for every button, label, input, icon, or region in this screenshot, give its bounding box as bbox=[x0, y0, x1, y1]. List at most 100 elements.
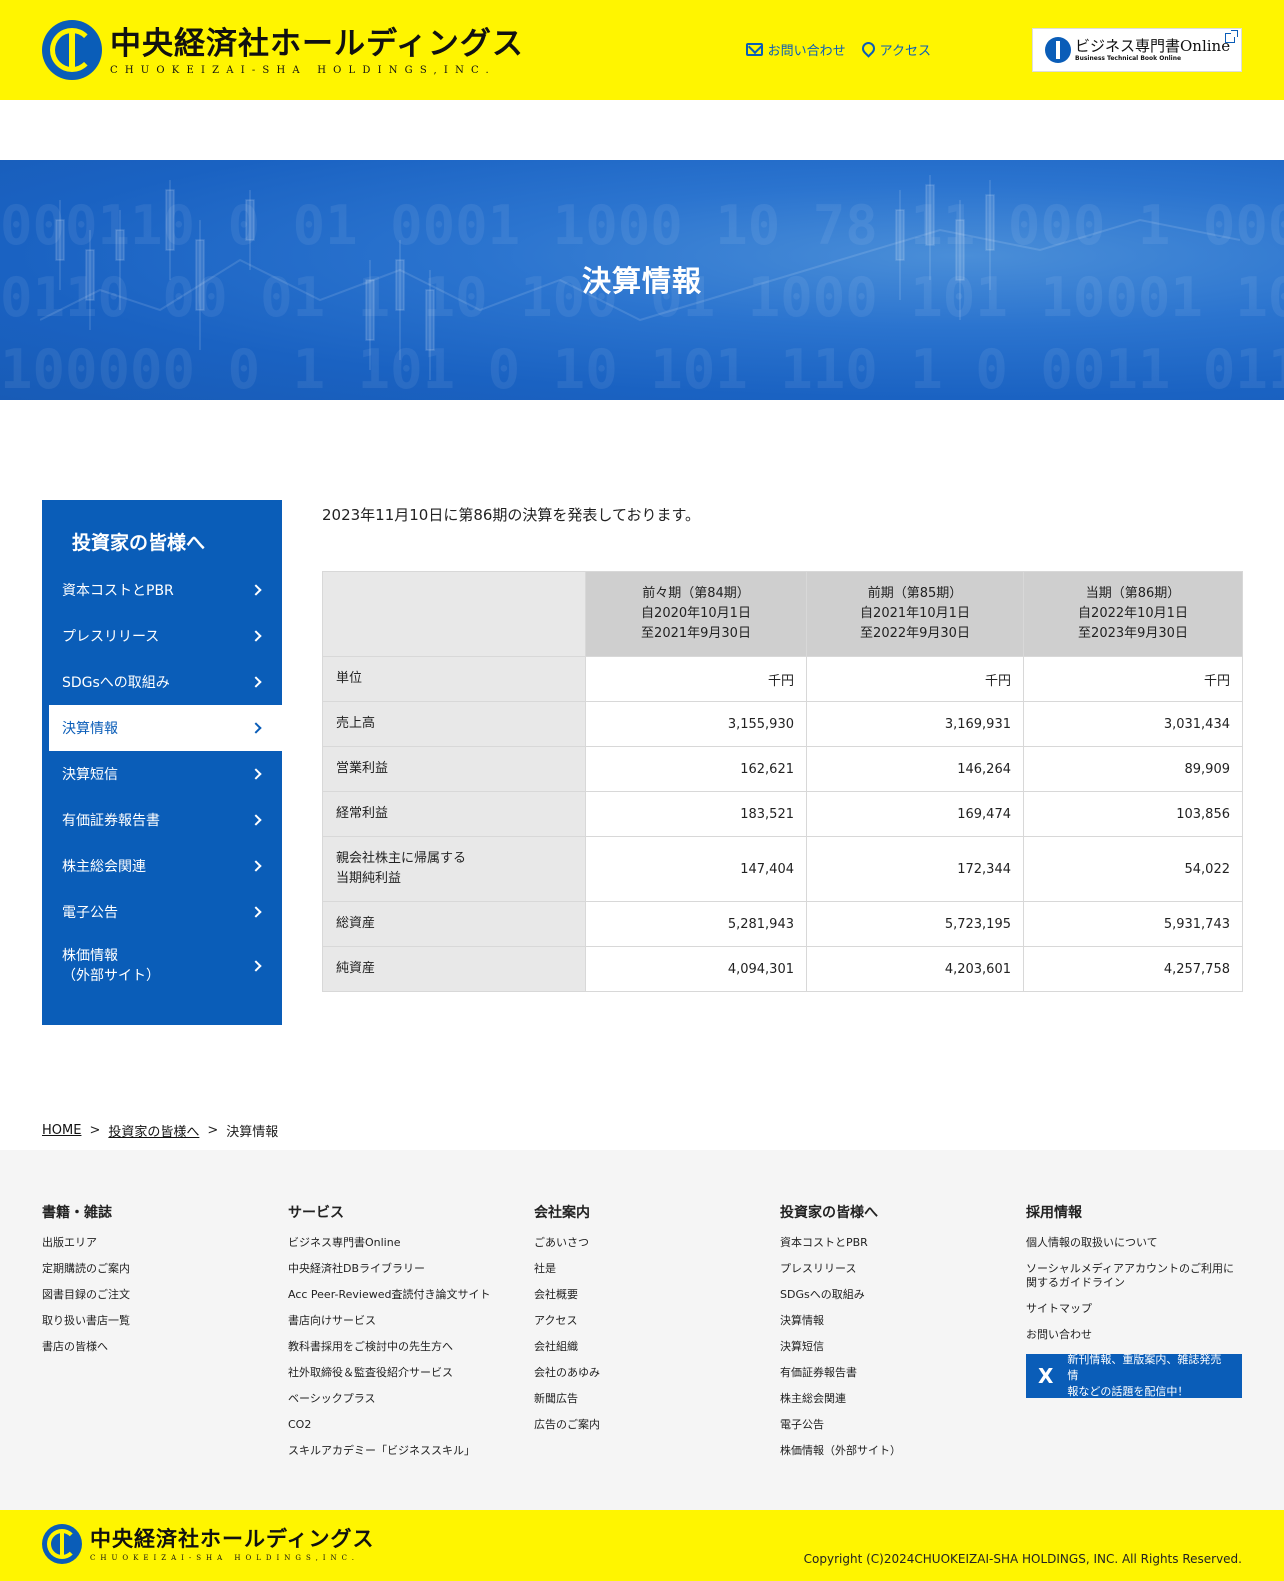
page-hero-banner: 000110 0 01 0001 1000 10 78 11 000 1 000… bbox=[0, 160, 1284, 400]
footer-link[interactable]: 会社組織 bbox=[534, 1340, 780, 1354]
footer-link[interactable]: 有価証券報告書 bbox=[780, 1366, 1026, 1380]
footer-link[interactable]: ビジネス専門書Online bbox=[288, 1236, 534, 1250]
footer-link[interactable]: アクセス bbox=[534, 1314, 780, 1328]
table-cell: 146,264 bbox=[806, 746, 1024, 792]
row-label-operating-income: 営業利益 bbox=[322, 746, 586, 792]
footer-link[interactable]: サイトマップ bbox=[1026, 1302, 1242, 1316]
footer-link[interactable]: ごあいさつ bbox=[534, 1236, 780, 1250]
row-label-ordinary-income: 経常利益 bbox=[322, 791, 586, 837]
table-cell: 3,031,434 bbox=[1023, 701, 1243, 747]
logo-english-name: CHUOKEIZAI-SHA HOLDINGS,INC. bbox=[110, 64, 496, 76]
footer-link[interactable]: 会社概要 bbox=[534, 1288, 780, 1302]
site-logo[interactable]: 中央経済社ホールディングス CHUOKEIZAI-SHA HOLDINGS,IN… bbox=[42, 20, 524, 80]
table-cell: 5,723,195 bbox=[806, 901, 1024, 947]
footer-link[interactable]: 出版エリア bbox=[42, 1236, 288, 1250]
footer-column-recruit: 採用情報 個人情報の取扱いについて ソーシャルメディアアカウントのご利用に関する… bbox=[1026, 1202, 1242, 1510]
footer-link[interactable]: 図書目録のご注文 bbox=[42, 1288, 288, 1302]
footer-logo[interactable]: 中央経済社ホールディングス CHUOKEIZAI-SHA HOLDINGS,IN… bbox=[42, 1524, 375, 1564]
table-cell: 千円 bbox=[585, 656, 807, 702]
footer-link[interactable]: 社是 bbox=[534, 1262, 780, 1276]
x-banner-text-line2: 報などの話題を配信中！ bbox=[1067, 1385, 1189, 1398]
footer-heading: 投資家の皆様へ bbox=[780, 1205, 878, 1221]
copyright-text: Copyright (C)2024CHUOKEIZAI-SHA HOLDINGS… bbox=[803, 1552, 1242, 1566]
sidebar-item-press-release[interactable]: プレスリリース bbox=[42, 613, 282, 659]
sidebar-item-sdgs[interactable]: SDGsへの取組み bbox=[42, 659, 282, 705]
table-cell: 54,022 bbox=[1023, 836, 1243, 902]
footer-link[interactable]: 取り扱い書店一覧 bbox=[42, 1314, 288, 1328]
footer-link[interactable]: 電子公告 bbox=[780, 1418, 1026, 1432]
footer-link[interactable]: Acc Peer-Reviewed査読付き論文サイト bbox=[288, 1288, 534, 1302]
sidebar-item-stock-info[interactable]: 株価情報 （外部サイト） bbox=[42, 935, 282, 997]
x-social-banner[interactable]: X 新刊情報、重版案内、雑誌発売情 報などの話題を配信中！ bbox=[1026, 1353, 1242, 1398]
footer-link[interactable]: 広告のご案内 bbox=[534, 1418, 780, 1432]
footer-link[interactable]: 会社のあゆみ bbox=[534, 1366, 780, 1380]
footer-column-services: サービス ビジネス専門書Online 中央経済社DBライブラリー Acc Pee… bbox=[288, 1202, 534, 1510]
header-nav: お問い合わせ アクセス bbox=[745, 38, 931, 59]
chevron-right-icon bbox=[250, 584, 262, 596]
footer-column-investors: 投資家の皆様へ 資本コストとPBR プレスリリース SDGsへの取組み 決算情報… bbox=[780, 1202, 1026, 1510]
table-cell: 89,909 bbox=[1023, 746, 1243, 792]
x-banner-text-line1: 新刊情報、重版案内、雑誌発売情 bbox=[1067, 1353, 1222, 1382]
footer-heading: 書籍・雑誌 bbox=[42, 1205, 112, 1221]
footer-link[interactable]: 株主総会関連 bbox=[780, 1392, 1026, 1406]
access-link[interactable]: アクセス bbox=[858, 38, 931, 59]
table-cell: 4,094,301 bbox=[585, 946, 807, 992]
table-row: 総資産 5,281,943 5,723,195 5,931,743 bbox=[322, 901, 1243, 947]
footer-link[interactable]: スキルアカデミー「ビジネススキル」 bbox=[288, 1444, 534, 1458]
footer-link[interactable]: 株価情報（外部サイト） bbox=[780, 1444, 1026, 1458]
footer-link[interactable]: 決算情報 bbox=[780, 1314, 1026, 1328]
footer-link[interactable]: 個人情報の取扱いについて bbox=[1026, 1236, 1242, 1250]
footer-logo-english-name: CHUOKEIZAI-SHA HOLDINGS,INC. bbox=[90, 1554, 360, 1562]
footer-link[interactable]: 決算短信 bbox=[780, 1340, 1026, 1354]
footer-link[interactable]: 資本コストとPBR bbox=[780, 1236, 1026, 1250]
bto-banner-subtitle: Business Technical Book Online bbox=[1075, 55, 1182, 62]
table-cell: 千円 bbox=[1023, 656, 1243, 702]
footer-link[interactable]: ベーシックプラス bbox=[288, 1392, 534, 1406]
mail-icon bbox=[745, 43, 763, 56]
table-cell: 3,169,931 bbox=[806, 701, 1024, 747]
sidebar-item-capital-cost-pbr[interactable]: 資本コストとPBR bbox=[42, 567, 282, 613]
footer-column-company: 会社案内 ごあいさつ 社是 会社概要 アクセス 会社組織 会社のあゆみ 新聞広告… bbox=[534, 1202, 780, 1510]
table-corner-cell bbox=[322, 571, 586, 657]
sidebar-title: 投資家の皆様へ bbox=[72, 532, 206, 554]
chevron-right-icon bbox=[250, 722, 262, 734]
sidebar-item-earnings-summary[interactable]: 決算短信 bbox=[42, 751, 282, 797]
breadcrumb-current: 決算情報 bbox=[226, 1124, 279, 1140]
sidebar-item-financial-info[interactable]: 決算情報 bbox=[49, 705, 282, 751]
footer-link[interactable]: SDGsへの取組み bbox=[780, 1288, 1026, 1302]
footer-link[interactable]: プレスリリース bbox=[780, 1262, 1026, 1276]
footer-heading: 会社案内 bbox=[534, 1205, 590, 1221]
chevron-right-icon bbox=[250, 768, 262, 780]
row-label-net-income: 親会社株主に帰属する 当期純利益 bbox=[322, 836, 586, 902]
chevron-right-icon bbox=[250, 860, 262, 872]
footer-link[interactable]: 中央経済社DBライブラリー bbox=[288, 1262, 534, 1276]
footer-link[interactable]: お問い合わせ bbox=[1026, 1328, 1242, 1342]
footer-link[interactable]: 教科書採用をご検討中の先生方へ bbox=[288, 1340, 534, 1354]
bto-banner-title: ビジネス専門書Online bbox=[1075, 37, 1231, 55]
chevron-right-icon bbox=[250, 630, 262, 642]
breadcrumb-home-link[interactable]: HOME bbox=[42, 1123, 81, 1138]
logo-mark-icon bbox=[42, 20, 102, 80]
footer-link[interactable]: 書店向けサービス bbox=[288, 1314, 534, 1328]
footer-link[interactable]: CO2 bbox=[288, 1418, 534, 1432]
footer-link[interactable]: 社外取締役＆監査役紹介サービス bbox=[288, 1366, 534, 1380]
footer-link[interactable]: 新聞広告 bbox=[534, 1392, 780, 1406]
footer-link[interactable]: 書店の皆様へ bbox=[42, 1340, 288, 1354]
sidebar-item-securities-report[interactable]: 有価証券報告書 bbox=[42, 797, 282, 843]
page-title: 決算情報 bbox=[581, 264, 702, 298]
table-header-row: 前々期（第84期） 自2020年10月1日 至2021年9月30日 前期（第85期）… bbox=[322, 571, 1243, 657]
chevron-right-icon bbox=[250, 676, 262, 688]
table-row: 営業利益 162,621 146,264 89,909 bbox=[322, 746, 1243, 792]
business-book-online-banner[interactable]: ビジネス専門書Online Business Technical Book On… bbox=[1032, 28, 1242, 72]
breadcrumb-investors-link[interactable]: 投資家の皆様へ bbox=[108, 1121, 199, 1140]
sidebar-item-electronic-notice[interactable]: 電子公告 bbox=[42, 889, 282, 935]
main-content: 投資家の皆様へ 資本コストとPBR プレスリリース SDGsへの取組み 決算情報… bbox=[0, 400, 1284, 1110]
footer-link[interactable]: 定期購読のご案内 bbox=[42, 1262, 288, 1276]
breadcrumb-separator: > bbox=[89, 1122, 101, 1138]
column-header-85th: 前期（第85期） 自2021年10月1日 至2022年9月30日 bbox=[806, 571, 1024, 657]
chevron-right-icon bbox=[250, 814, 262, 826]
row-label-net-assets: 純資産 bbox=[322, 946, 586, 992]
footer-link[interactable]: ソーシャルメディアアカウントのご利用に関するガイドライン bbox=[1026, 1262, 1242, 1290]
contact-link[interactable]: お問い合わせ bbox=[745, 40, 846, 59]
sidebar-item-shareholders-meeting[interactable]: 株主総会関連 bbox=[42, 843, 282, 889]
